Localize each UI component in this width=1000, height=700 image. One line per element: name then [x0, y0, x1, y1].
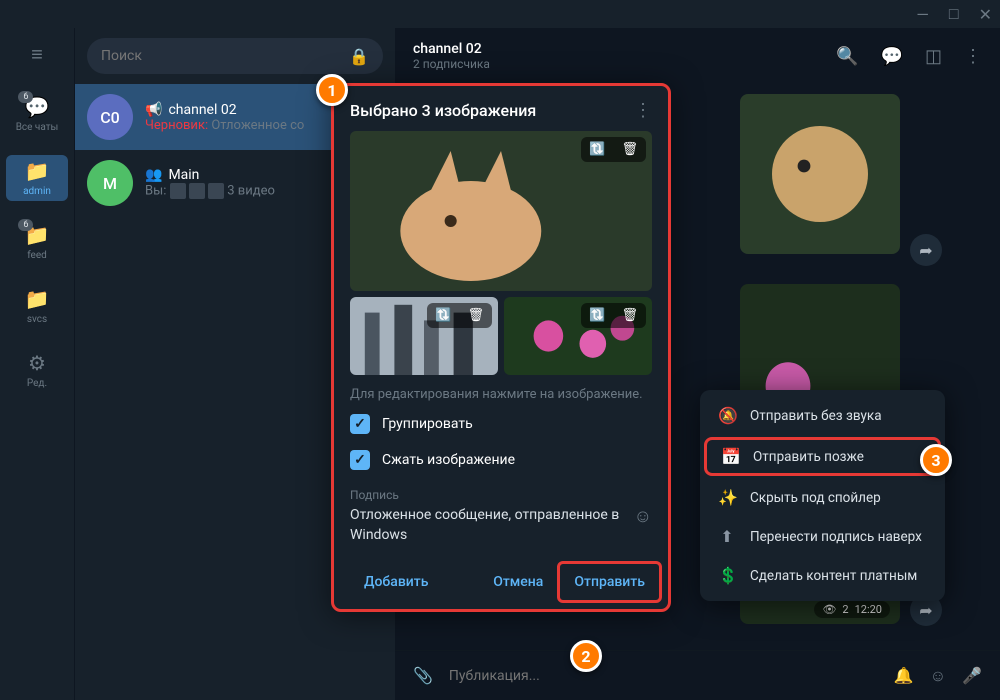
send-media-dialog: Выбрано 3 изображения ⋮ 🔃 🗑 🔃🗑 🔃🗑 Для ре… — [331, 83, 671, 612]
avatar: C0 — [87, 94, 133, 140]
notify-icon[interactable]: 🔔 — [894, 666, 914, 685]
folder-icon: 📁 — [25, 287, 50, 311]
media-preview-small[interactable]: 🔃🗑 — [350, 297, 498, 375]
media-preview-large[interactable]: 🔃 🗑 — [350, 131, 652, 291]
mic-icon[interactable]: 🎤 — [962, 666, 982, 685]
folder-sidebar: ≡ 💬6 Все чаты 📁 admin 📁6 feed 📁 svcs ⚙ Р… — [0, 28, 75, 700]
folder-svcs[interactable]: 📁 svcs — [0, 283, 74, 329]
preview-tail: 3 видео — [224, 183, 275, 198]
group-checkbox-row[interactable]: ✓ Группировать — [334, 406, 668, 442]
media-thumb — [208, 183, 224, 199]
discussion-icon[interactable]: 💬 — [881, 46, 903, 67]
folder-label: feed — [27, 250, 47, 261]
menu-caption-top[interactable]: ⬆Перенести подпись наверх — [700, 517, 945, 556]
megaphone-icon: 📢 — [145, 102, 162, 118]
search-input[interactable] — [101, 48, 349, 64]
cancel-button[interactable]: Отмена — [479, 564, 557, 600]
folder-label: svcs — [27, 314, 47, 325]
chats-icon: 💬6 — [25, 95, 50, 119]
checkbox-checked-icon: ✓ — [350, 414, 370, 434]
settings-sliders-icon: ⚙ — [28, 351, 46, 375]
group-label: Группировать — [382, 416, 473, 432]
eye-icon: 👁 — [822, 603, 836, 616]
chat-title: channel 02 — [168, 102, 236, 118]
you-label: Вы: — [145, 183, 166, 198]
search-icon[interactable]: 🔍 — [836, 46, 858, 67]
chat-title: Main — [168, 167, 199, 183]
emoji-picker-icon[interactable]: ☺ — [634, 506, 652, 527]
forward-button[interactable]: ➦ — [910, 234, 942, 266]
delete-icon[interactable]: 🗑 — [459, 303, 492, 328]
folder-all-chats[interactable]: 💬6 Все чаты — [0, 91, 74, 137]
calendar-icon: 📅 — [721, 447, 739, 466]
folder-label: Ред. — [27, 378, 47, 389]
spoiler-icon: ✨ — [718, 488, 736, 507]
folder-label: admin — [23, 186, 51, 197]
chat-header-title: channel 02 — [413, 41, 836, 57]
minimize-button[interactable]: — — [916, 5, 929, 24]
edit-hint: Для редактирования нажмите на изображени… — [334, 375, 668, 406]
message-photo[interactable] — [740, 94, 900, 254]
chat-header-subtitle: 2 подписчика — [413, 57, 836, 71]
message-meta: 👁212:20 — [814, 601, 890, 618]
folder-edit[interactable]: ⚙ Ред. — [0, 347, 74, 393]
callout-2: 2 — [570, 640, 602, 672]
close-window-button[interactable]: ✕ — [979, 5, 992, 24]
menu-spoiler[interactable]: ✨Скрыть под спойлер — [700, 478, 945, 517]
caption-up-icon: ⬆ — [718, 527, 736, 546]
delete-icon[interactable]: 🗑 — [613, 303, 646, 328]
coin-icon: 💲 — [718, 566, 736, 585]
compress-label: Сжать изображение — [382, 452, 515, 468]
media-thumb — [170, 183, 186, 199]
callout-3: 3 — [920, 444, 952, 476]
more-icon[interactable]: ⋮ — [964, 46, 982, 67]
emoji-icon[interactable]: ☺ — [930, 666, 946, 686]
reorder-icon[interactable]: 🔃 — [581, 303, 613, 328]
folder-feed[interactable]: 📁6 feed — [0, 219, 74, 265]
dialog-more-button[interactable]: ⋮ — [634, 100, 652, 121]
send-button[interactable]: Отправить — [557, 561, 662, 603]
window-titlebar: — □ ✕ — [0, 0, 1000, 28]
folder-label: Все чаты — [16, 122, 59, 133]
reorder-icon[interactable]: 🔃 — [427, 303, 459, 328]
caption-label: Подпись — [334, 478, 668, 504]
draft-preview: Отложенное со — [208, 118, 304, 133]
folder-icon: 📁6 — [25, 223, 50, 247]
group-icon: 👥 — [145, 167, 162, 183]
draft-label: Черновик: — [145, 118, 208, 133]
maximize-button[interactable]: □ — [949, 4, 959, 24]
delete-icon[interactable]: 🗑 — [613, 137, 646, 162]
compress-checkbox-row[interactable]: ✓ Сжать изображение — [334, 442, 668, 478]
lock-icon: 🔒 — [349, 47, 369, 66]
folder-icon: 📁 — [25, 159, 50, 183]
folder-admin[interactable]: 📁 admin — [6, 155, 68, 201]
menu-send-later[interactable]: 📅Отправить позже — [704, 437, 941, 476]
reorder-icon[interactable]: 🔃 — [581, 137, 613, 162]
send-options-menu: 🔕Отправить без звука 📅Отправить позже ✨С… — [700, 390, 945, 601]
media-thumb — [189, 183, 205, 199]
checkbox-checked-icon: ✓ — [350, 450, 370, 470]
media-preview-small[interactable]: 🔃🗑 — [504, 297, 652, 375]
mute-icon: 🔕 — [718, 406, 736, 425]
dog-photo — [740, 94, 900, 254]
callout-1: 1 — [316, 74, 348, 106]
message-composer: 📎 🔔 ☺ 🎤 — [395, 650, 1000, 700]
chat-header[interactable]: channel 02 2 подписчика 🔍 💬 ◫ ⋮ — [395, 28, 1000, 84]
attach-icon[interactable]: 📎 — [413, 666, 433, 685]
search-field[interactable]: 🔒 — [87, 38, 383, 74]
menu-paid-content[interactable]: 💲Сделать контент платным — [700, 556, 945, 595]
menu-send-silent[interactable]: 🔕Отправить без звука — [700, 396, 945, 435]
caption-input[interactable]: Отложенное сообщение, отправленное в Win… — [350, 506, 626, 545]
dialog-title: Выбрано 3 изображения — [350, 101, 634, 120]
image-actions: 🔃 🗑 — [581, 137, 646, 162]
composer-input[interactable] — [449, 668, 878, 684]
add-button[interactable]: Добавить — [350, 564, 442, 600]
avatar: M — [87, 160, 133, 206]
sidebar-toggle-icon[interactable]: ◫ — [925, 46, 942, 67]
menu-button[interactable]: ≡ — [31, 42, 43, 67]
